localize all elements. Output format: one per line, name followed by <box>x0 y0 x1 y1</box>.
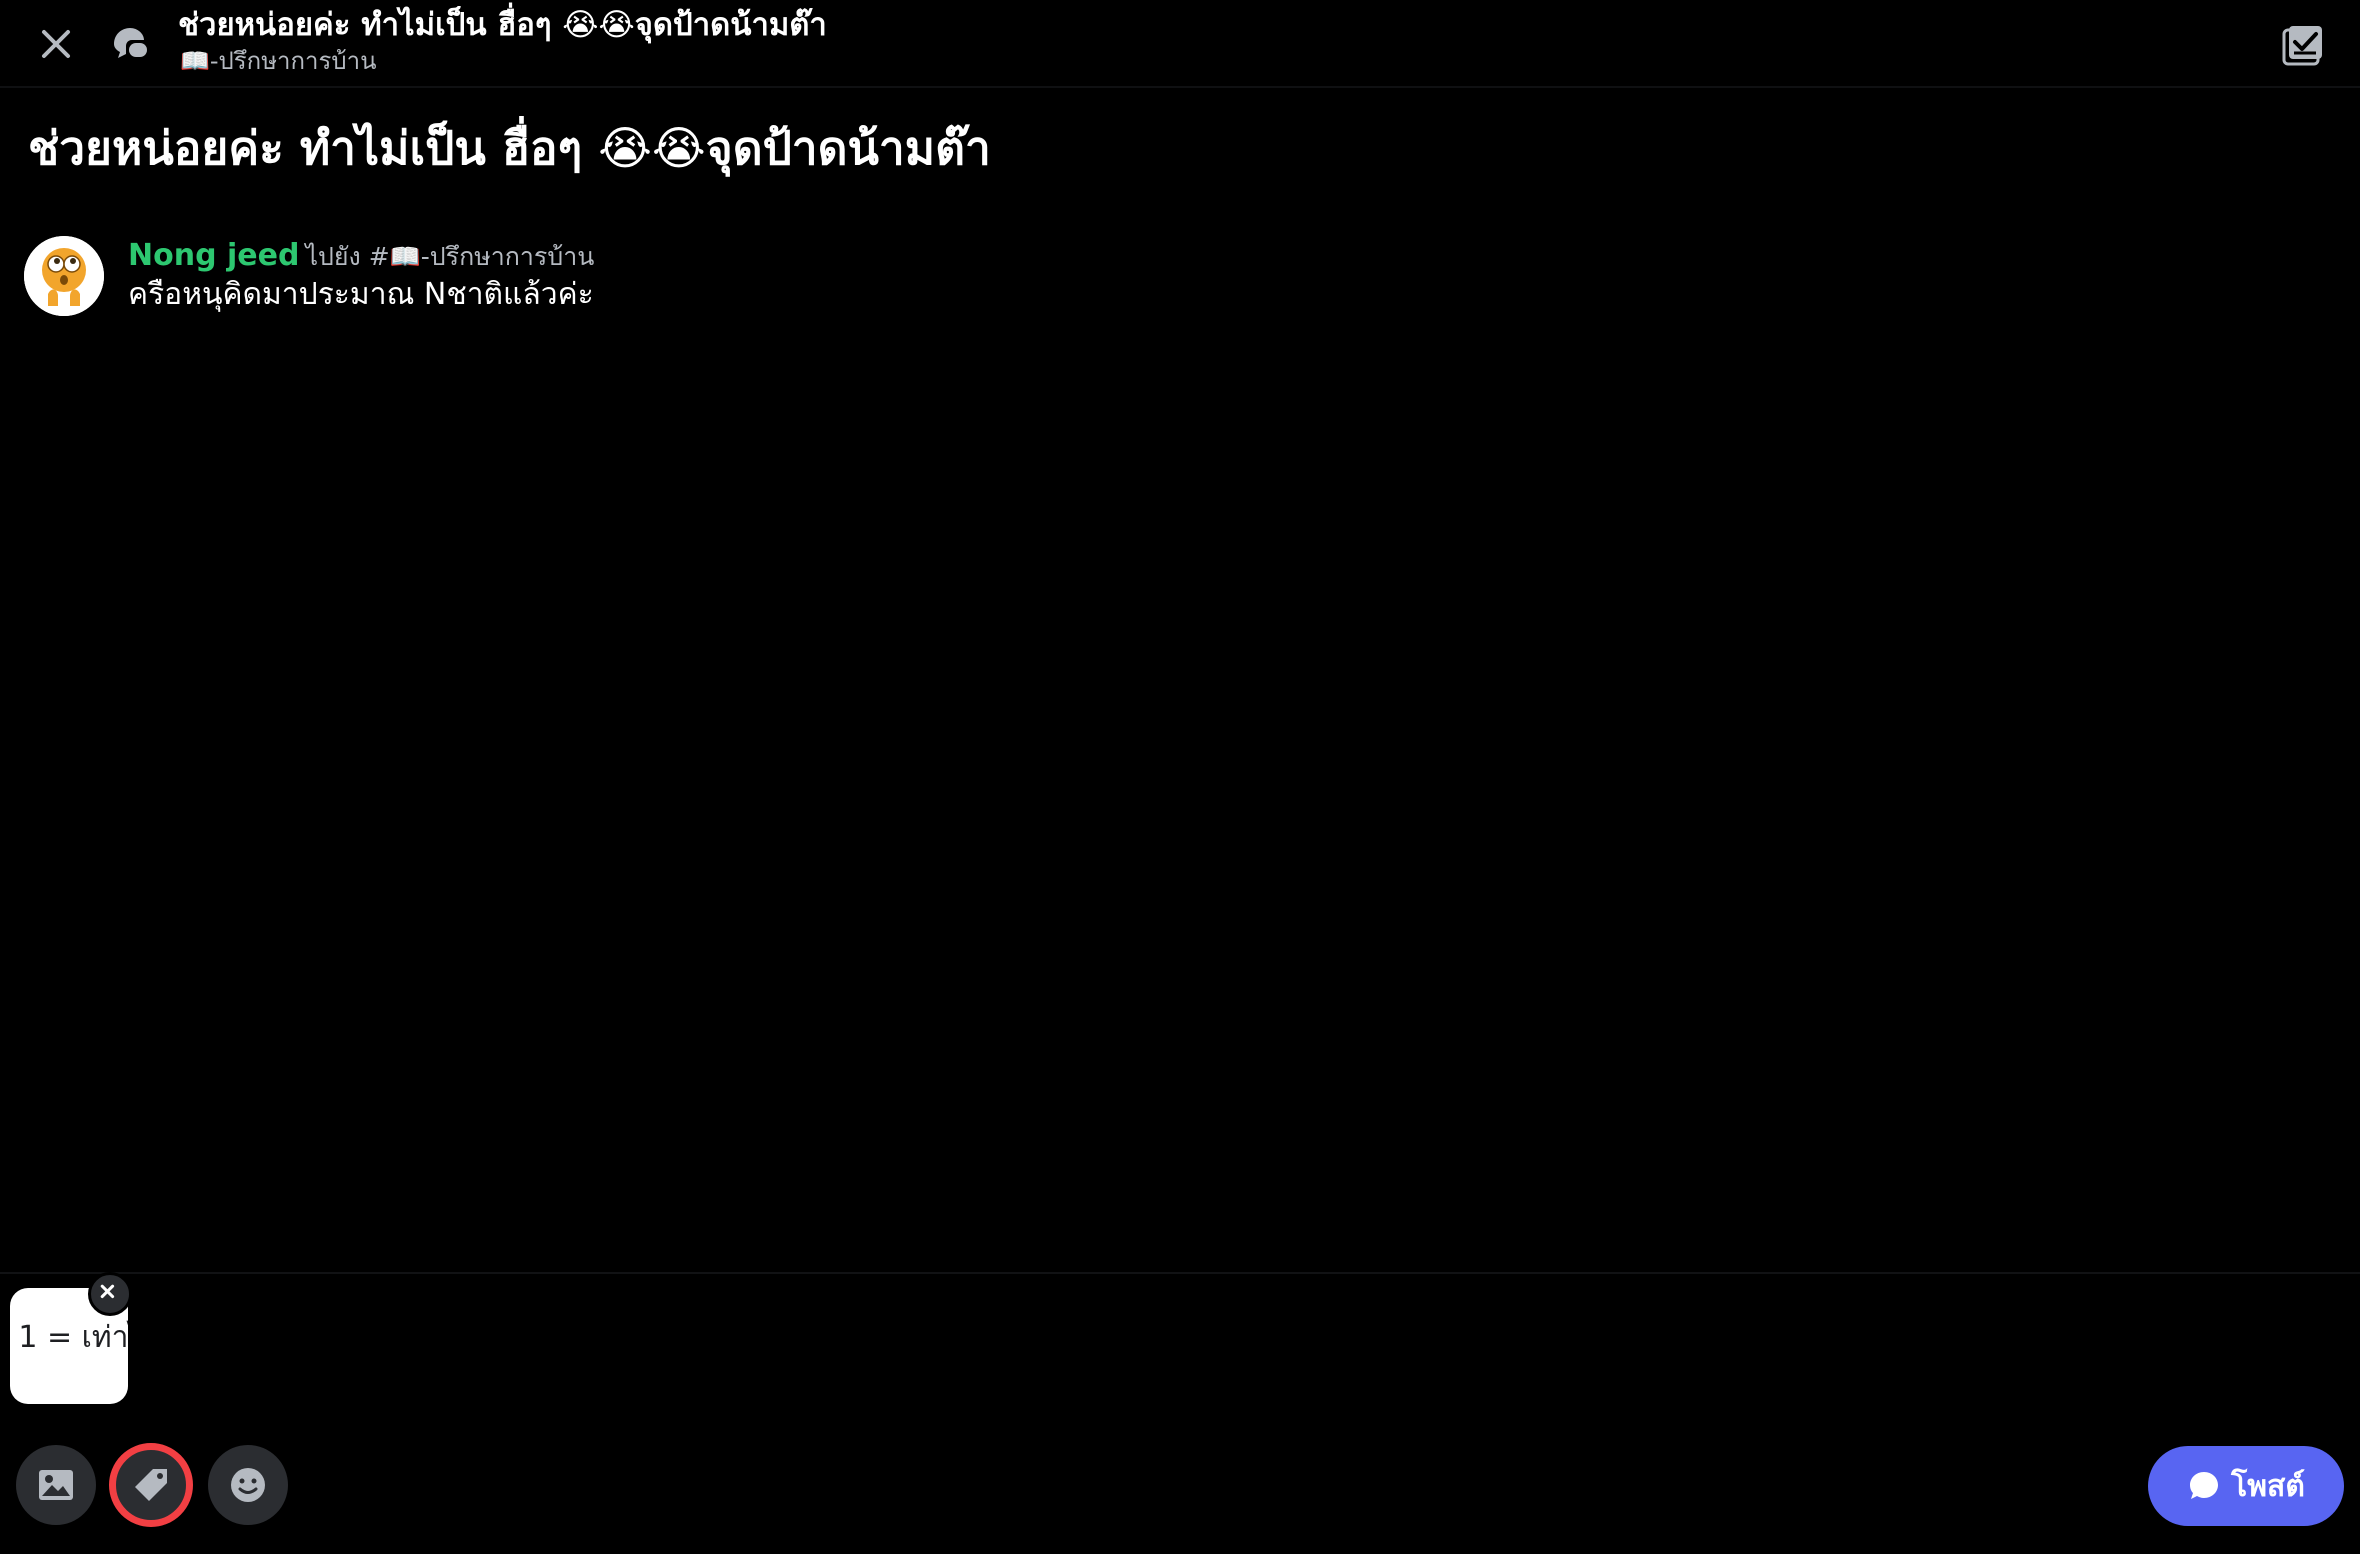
message-body: ครือหนุคิดมาประมาณ Nชาติแล้วค่ะ <box>128 277 594 312</box>
chat-bubble-icon <box>2190 1472 2219 1499</box>
thread-title: ช่วยหน่อยค่ะ ทำไม่เป็น ฮื่อๆ 😭😭จุดป้าดน้… <box>178 7 827 43</box>
emoji-button[interactable] <box>208 1445 288 1525</box>
image-button[interactable] <box>16 1445 96 1525</box>
posted-in-channel: ไปยัง #📖-ปรึกษาการบ้าน <box>305 242 595 271</box>
message-header: Nong jeed ไปยัง #📖-ปรึกษาการบ้าน <box>128 236 594 276</box>
avatar[interactable] <box>24 236 104 316</box>
channel-name[interactable]: 📖-ปรึกษาการบ้าน <box>180 44 377 78</box>
attachment-preview-text: - 1 = เท่าไ <box>10 1320 128 1355</box>
thread-icon <box>108 22 152 66</box>
post-button[interactable]: โพสต์ <box>2148 1446 2344 1526</box>
tag-button[interactable] <box>111 1445 191 1525</box>
emoji-icon <box>231 1468 265 1502</box>
tag-icon <box>135 1469 167 1501</box>
thread-view: ช่วยหน่อยค่ะ ทำไม่เป็น ฮื่อๆ 😭😭จุดป้าดน้… <box>0 0 2360 1554</box>
post-button-label: โพสต์ <box>2231 1468 2305 1504</box>
close-icon[interactable] <box>34 22 78 66</box>
composer-divider <box>0 1272 2360 1274</box>
image-icon <box>39 1470 73 1500</box>
top-bar: ช่วยหน่อยค่ะ ทำไม่เป็น ฮื่อๆ 😭😭จุดป้าดน้… <box>0 0 2360 88</box>
post-title: ช่วยหน่อยค่ะ ทำไม่เป็น ฮื่อๆ 😭😭จุดป้าดน้… <box>28 121 991 175</box>
author-name[interactable]: Nong jeed <box>128 238 299 273</box>
checklist-icon[interactable] <box>2280 22 2326 68</box>
remove-attachment-button[interactable] <box>88 1272 132 1316</box>
